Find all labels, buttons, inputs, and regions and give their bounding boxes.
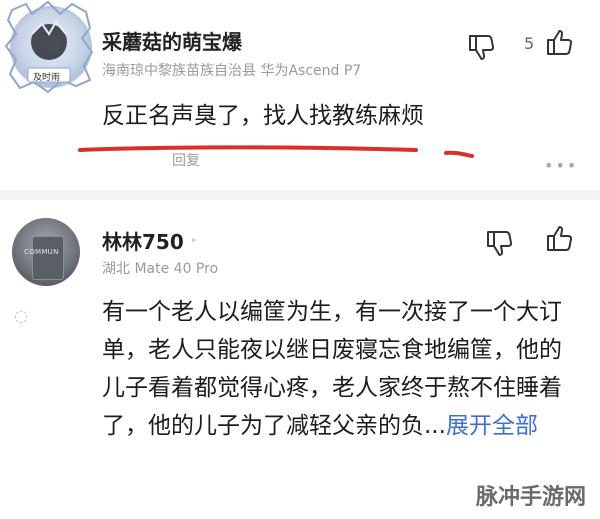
side-mark-icon: ◌ (14, 306, 28, 325)
avatar-caption: 及时雨 (33, 73, 61, 83)
dot-icon: • (190, 234, 198, 248)
red-dash-annotation (444, 150, 474, 158)
thumbs-up-icon[interactable] (544, 28, 574, 58)
username[interactable]: 林林750 (102, 226, 184, 255)
thumbs-down-icon[interactable] (484, 228, 514, 258)
comment-card-1: 及时雨 采蘑菇的萌宝爆 海南琼中黎族苗族自治县 华为Ascend P7 5 反正… (0, 0, 600, 190)
divider (0, 190, 600, 200)
comment-meta: 湖北 Mate 40 Pro (102, 261, 219, 277)
more-icon[interactable]: ••• (544, 156, 578, 175)
like-count: 5 (524, 34, 535, 53)
mug-icon (32, 236, 64, 280)
avatar-label: COMMUN (24, 248, 59, 256)
comment-text: 有一个老人以编筐为生，有一次接了一个大订单，老人只能夜以继日废寝忘食地编筐，他的… (102, 293, 572, 445)
red-underline-annotation (78, 145, 418, 152)
comment-meta: 海南琼中黎族苗族自治县 华为Ascend P7 (102, 63, 362, 79)
watermark: 脉冲手游网 (471, 479, 590, 511)
avatar[interactable]: COMMUN (12, 218, 80, 286)
comment-text: 反正名声臭了，找人找教练麻烦 (102, 103, 424, 129)
username[interactable]: 采蘑菇的萌宝爆 (102, 26, 242, 55)
expand-all-link[interactable]: 展开全部 (446, 413, 538, 439)
thumbs-up-icon[interactable] (544, 224, 574, 254)
thumbs-down-icon[interactable] (466, 32, 496, 62)
